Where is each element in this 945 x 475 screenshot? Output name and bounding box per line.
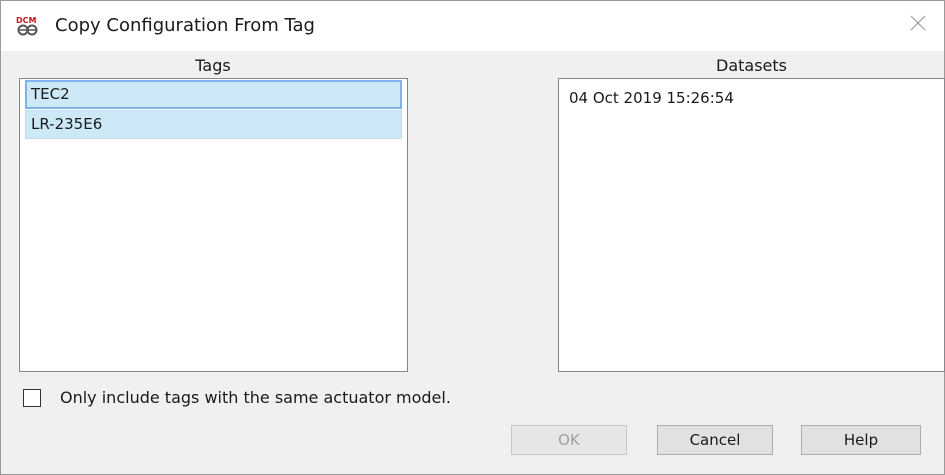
close-icon [910, 15, 926, 31]
dataset-item[interactable]: 04 Oct 2019 15:26:54 [569, 89, 734, 107]
same-model-checkbox-label[interactable]: Only include tags with the same actuator… [60, 388, 451, 407]
datasets-header: Datasets [716, 56, 787, 75]
same-model-checkbox[interactable] [23, 389, 41, 407]
title-bar[interactable]: DCM Copy Configuration From Tag [1, 1, 944, 51]
cancel-button[interactable]: Cancel [657, 425, 773, 455]
tags-listbox[interactable]: TEC2 LR-235E6 [19, 78, 408, 372]
tag-item-tec2[interactable]: TEC2 [25, 80, 402, 109]
datasets-listbox[interactable]: 04 Oct 2019 15:26:54 [558, 78, 945, 372]
copy-configuration-dialog: DCM Copy Configuration From Tag Tags TEC… [0, 0, 945, 475]
dialog-title: Copy Configuration From Tag [55, 15, 315, 36]
ok-button[interactable]: OK [511, 425, 627, 455]
tag-item-lr-235e6[interactable]: LR-235E6 [25, 110, 402, 139]
help-button[interactable]: Help [801, 425, 921, 455]
tags-header: Tags [195, 56, 231, 75]
dcm-app-icon: DCM [15, 14, 41, 38]
svg-text:DCM: DCM [16, 16, 37, 25]
close-button[interactable] [894, 1, 944, 45]
